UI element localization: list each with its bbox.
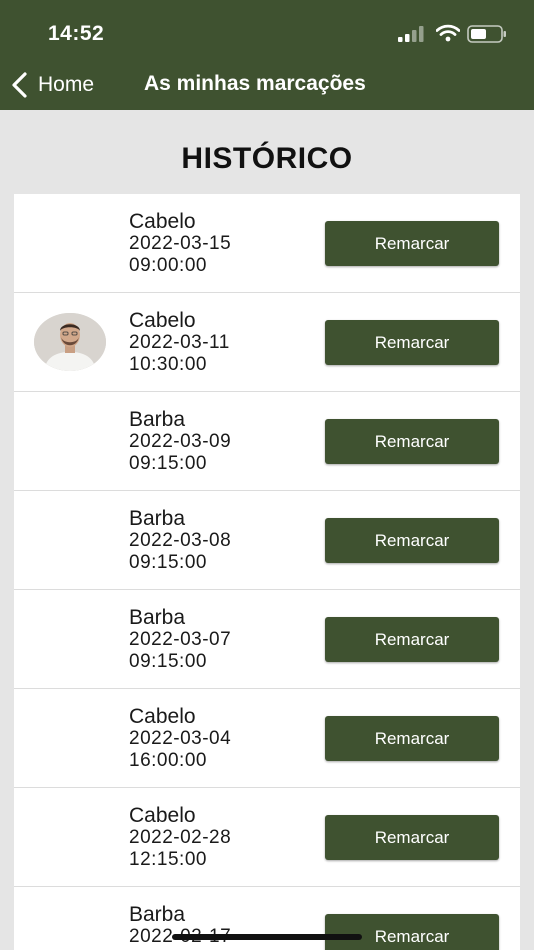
service-name: Barba (129, 408, 186, 431)
service-name: Barba (129, 507, 186, 530)
appointment-row: Cabelo 2022-03-11 10:30:00 Remarcar (14, 293, 520, 392)
appointment-info: Barba 2022-03-07 09:15:00 (129, 607, 231, 673)
status-bar: 14:52 (0, 0, 534, 60)
signal-icon (398, 26, 424, 42)
service-name: Cabelo (129, 309, 196, 332)
remarcar-button[interactable]: Remarcar (325, 419, 499, 464)
appointment-info: Barba 2022-03-09 09:15:00 (129, 409, 231, 475)
remarcar-button[interactable]: Remarcar (325, 914, 499, 950)
appointment-row: Cabelo 2022-02-28 12:15:00 Remarcar (14, 788, 520, 887)
appointment-row: Barba 2022-03-07 09:15:00 Remarcar (14, 590, 520, 689)
back-button[interactable]: Home (10, 70, 94, 100)
appointment-list: Cabelo 2022-03-15 09:00:00 Remarcar Cabe… (14, 194, 520, 950)
service-name: Cabelo (129, 210, 196, 233)
service-name: Barba (129, 606, 186, 629)
appointment-time: 09:15:00 (129, 453, 207, 474)
appointment-info: Barba 2022-03-08 09:15:00 (129, 508, 231, 574)
appointment-date: 2022-03-08 (129, 530, 232, 551)
service-name: Cabelo (129, 705, 196, 728)
appointment-date: 2022-03-04 (129, 728, 232, 749)
appointment-info: Barba 2022-02-17 (129, 904, 231, 948)
appointment-info: Cabelo 2022-02-28 12:15:00 (129, 805, 231, 871)
appointment-time: 10:30:00 (129, 354, 207, 375)
appointment-date: 2022-03-11 (129, 332, 230, 353)
chevron-left-icon (12, 72, 27, 98)
barber-avatar (34, 313, 106, 371)
appointment-row: Cabelo 2022-03-15 09:00:00 Remarcar (14, 194, 520, 293)
appointment-time: 12:15:00 (129, 849, 207, 870)
appointment-time: 16:00:00 (129, 750, 207, 771)
wifi-icon (436, 24, 460, 42)
appointment-time: 09:15:00 (129, 651, 207, 672)
remarcar-button[interactable]: Remarcar (325, 518, 499, 563)
section-title: HISTÓRICO (181, 142, 353, 175)
remarcar-button[interactable]: Remarcar (325, 716, 499, 761)
page-title: As minhas marcações (144, 72, 366, 95)
appointment-row: Cabelo 2022-03-04 16:00:00 Remarcar (14, 689, 520, 788)
back-label: Home (38, 73, 95, 96)
home-indicator (172, 934, 362, 940)
appointment-date: 2022-02-28 (129, 827, 232, 848)
remarcar-button[interactable]: Remarcar (325, 320, 499, 365)
service-name: Barba (129, 903, 186, 926)
service-name: Cabelo (129, 804, 196, 827)
appointment-row: Barba 2022-03-09 09:15:00 Remarcar (14, 392, 520, 491)
appointment-info: Cabelo 2022-03-15 09:00:00 (129, 211, 231, 277)
appointment-time: 09:15:00 (129, 552, 207, 573)
appointment-row: Barba 2022-03-08 09:15:00 Remarcar (14, 491, 520, 590)
status-time: 14:52 (48, 22, 105, 45)
appointment-info: Cabelo 2022-03-11 10:30:00 (129, 310, 230, 376)
appointment-info: Cabelo 2022-03-04 16:00:00 (129, 706, 231, 772)
battery-icon (467, 25, 506, 43)
appointment-time: 09:00:00 (129, 255, 207, 276)
appointment-date: 2022-03-07 (129, 629, 232, 650)
appointment-date: 2022-03-15 (129, 233, 232, 254)
remarcar-button[interactable]: Remarcar (325, 815, 499, 860)
remarcar-button[interactable]: Remarcar (325, 221, 499, 266)
appointment-row: Barba 2022-02-17 Remarcar (14, 887, 520, 950)
nav-bar: Home As minhas marcações (0, 60, 534, 110)
appointment-date: 2022-03-09 (129, 431, 232, 452)
remarcar-button[interactable]: Remarcar (325, 617, 499, 662)
